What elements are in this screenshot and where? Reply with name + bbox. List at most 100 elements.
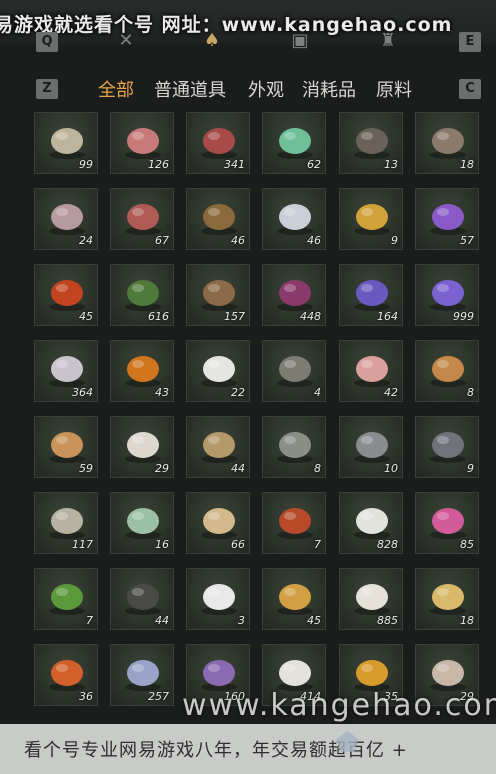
gold-nugget-item-icon: [270, 575, 320, 617]
inventory-slot[interactable]: 18: [415, 112, 479, 174]
orange-stone-item-icon: [42, 651, 92, 693]
item-count: 57: [460, 234, 474, 247]
inventory-slot[interactable]: 10: [339, 416, 403, 478]
feathers-item-icon: [347, 119, 397, 161]
item-count: 157: [224, 310, 245, 323]
next-tab-key[interactable]: E: [459, 32, 481, 52]
orange-flower-item-icon: [118, 347, 168, 389]
inventory-slot[interactable]: 45: [262, 568, 326, 630]
item-count: 9: [467, 462, 474, 475]
filter-appearance[interactable]: 外观: [248, 76, 284, 102]
inventory-slot[interactable]: 9: [339, 188, 403, 250]
white-coral-item-icon: [118, 423, 168, 465]
item-count: 10: [384, 462, 398, 475]
inventory-slot[interactable]: 616: [110, 264, 174, 326]
rice-bowl-item-icon: [347, 575, 397, 617]
inventory-slot[interactable]: 341: [186, 112, 250, 174]
inventory-slot[interactable]: 66: [186, 492, 250, 554]
item-count: 44: [155, 614, 169, 627]
green-melon-item-icon: [118, 499, 168, 541]
item-count: 43: [155, 386, 169, 399]
armor-icon[interactable]: ♜: [374, 30, 402, 51]
meat-slab-item-icon: [118, 195, 168, 237]
inventory-slot[interactable]: 46: [186, 188, 250, 250]
inventory-slot[interactable]: 43: [110, 340, 174, 402]
gourd-icon[interactable]: ♠: [198, 30, 226, 51]
soup-bowl-item-icon: [423, 347, 473, 389]
iron-ore-item-icon: [347, 423, 397, 465]
chest-icon[interactable]: ▣: [286, 30, 314, 51]
inventory-slot[interactable]: 4: [262, 340, 326, 402]
inventory-slot[interactable]: 22: [186, 340, 250, 402]
item-count: 7: [314, 538, 321, 551]
item-count: 885: [377, 614, 398, 627]
fur-pelt-item-icon: [423, 119, 473, 161]
inventory-slot[interactable]: 364: [34, 340, 98, 402]
item-count: 341: [224, 158, 245, 171]
black-white-tuft-item-icon: [194, 575, 244, 617]
steak-item-icon: [194, 119, 244, 161]
blue-thistle-item-icon: [118, 651, 168, 693]
bird-eggs-item-icon: [42, 119, 92, 161]
inventory-slot[interactable]: 18: [415, 568, 479, 630]
inventory-slot[interactable]: 7: [34, 568, 98, 630]
inventory-slot[interactable]: 8: [415, 340, 479, 402]
inventory-slot[interactable]: 157: [186, 264, 250, 326]
intestines-item-icon: [42, 195, 92, 237]
item-count: 18: [460, 158, 474, 171]
next-filter-key[interactable]: C: [459, 79, 481, 99]
inventory-slot[interactable]: 3: [186, 568, 250, 630]
silver-fish-item-icon: [270, 195, 320, 237]
inventory-slot[interactable]: 67: [110, 188, 174, 250]
inventory-slot[interactable]: 44: [186, 416, 250, 478]
item-count: 13: [384, 158, 398, 171]
item-count: 24: [79, 234, 93, 247]
item-count: 257: [148, 690, 169, 703]
inventory-slot[interactable]: 44: [110, 568, 174, 630]
lavender-bunch-item-icon: [423, 271, 473, 313]
inventory-slot[interactable]: 62: [262, 112, 326, 174]
inventory-slot[interactable]: 36: [34, 644, 98, 706]
inventory-slot[interactable]: 257: [110, 644, 174, 706]
filter-all[interactable]: 全部: [98, 76, 134, 102]
item-count: 45: [79, 310, 93, 323]
inventory-slot[interactable]: 57: [415, 188, 479, 250]
inventory-slot[interactable]: 16: [110, 492, 174, 554]
inventory-slot[interactable]: 85: [415, 492, 479, 554]
jade-stone-item-icon: [270, 119, 320, 161]
inventory-slot[interactable]: 46: [262, 188, 326, 250]
filter-common-items[interactable]: 普通道具: [154, 76, 226, 102]
inventory-slot[interactable]: 7: [262, 492, 326, 554]
filter-bar: Z 全部 普通道具 外观 消耗品 原料 C: [0, 74, 496, 104]
inventory-slot[interactable]: 8: [262, 416, 326, 478]
item-count: 46: [231, 234, 245, 247]
inventory-slot[interactable]: 999: [415, 264, 479, 326]
filter-materials[interactable]: 原料: [376, 76, 412, 102]
prev-filter-key[interactable]: Z: [36, 79, 58, 99]
mortar-herbs-item-icon: [194, 271, 244, 313]
sword-icon[interactable]: ✕: [112, 30, 140, 51]
inventory-slot[interactable]: 126: [110, 112, 174, 174]
inventory-slot[interactable]: 42: [339, 340, 403, 402]
black-plume-item-icon: [118, 575, 168, 617]
inventory-slot[interactable]: 99: [34, 112, 98, 174]
inventory-slot[interactable]: 59: [34, 416, 98, 478]
center-watermark-text: www.kangehao.com: [182, 688, 496, 723]
inventory-slot[interactable]: 24: [34, 188, 98, 250]
prev-tab-key[interactable]: Q: [36, 32, 58, 52]
inventory-slot[interactable]: 885: [339, 568, 403, 630]
white-feather-item-icon: [194, 347, 244, 389]
item-count: 364: [72, 386, 93, 399]
filter-consumables[interactable]: 消耗品: [302, 76, 356, 102]
inventory-slot[interactable]: 164: [339, 264, 403, 326]
inventory-slot[interactable]: 448: [262, 264, 326, 326]
item-count: 67: [155, 234, 169, 247]
item-count: 42: [384, 386, 398, 399]
inventory-slot[interactable]: 117: [34, 492, 98, 554]
inventory-slot[interactable]: 29: [110, 416, 174, 478]
inventory-slot[interactable]: 828: [339, 492, 403, 554]
inventory-slot[interactable]: 13: [339, 112, 403, 174]
inventory-slot[interactable]: 45: [34, 264, 98, 326]
inventory-slot[interactable]: 9: [415, 416, 479, 478]
item-count: 16: [155, 538, 169, 551]
